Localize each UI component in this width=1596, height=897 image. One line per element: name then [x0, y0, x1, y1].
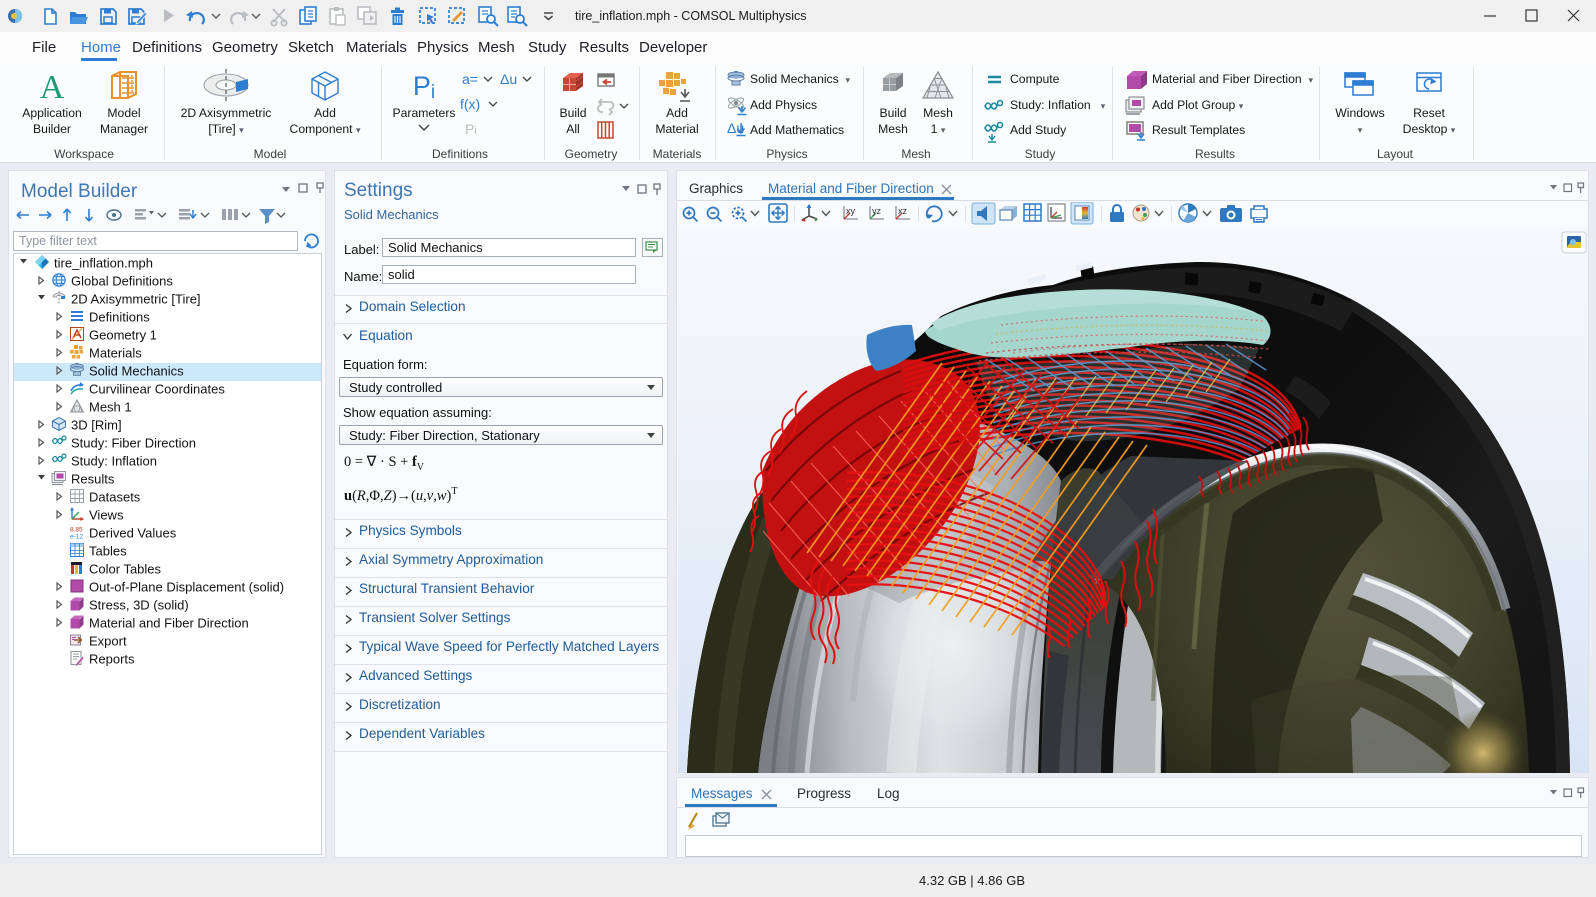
svg-text:Study: Fiber Direction: Study: Fiber Direction [71, 436, 196, 451]
svg-text:Curvilinear Coordinates: Curvilinear Coordinates [89, 382, 225, 397]
svg-text:Color Tables: Color Tables [89, 562, 162, 577]
svg-text:3D [Rim]: 3D [Rim] [71, 418, 122, 433]
svg-text:Type filter text: Type filter text [19, 234, 97, 248]
svg-text:xy: xy [846, 206, 856, 216]
svg-text:a=: a= [462, 71, 478, 87]
svg-text:Derived Values: Derived Values [89, 526, 177, 541]
svg-text:Stress, 3D (solid): Stress, 3D (solid) [89, 598, 189, 613]
svg-text:Datasets: Datasets [89, 490, 141, 505]
svg-text:tire_inflation.mph: tire_inflation.mph [54, 256, 153, 271]
svg-text:Views: Views [89, 508, 124, 523]
svg-text:xz: xz [898, 206, 908, 216]
svg-text:Pi: Pi [413, 71, 435, 103]
svg-text:Results: Results [71, 472, 115, 487]
svg-text:Materials: Materials [89, 346, 142, 361]
svg-text:Solid Mechanics: Solid Mechanics [89, 364, 184, 379]
svg-text:Export: Export [89, 634, 127, 649]
svg-text:2D Axisymmetric [Tire]: 2D Axisymmetric [Tire] [71, 292, 201, 307]
svg-text:yz: yz [872, 206, 882, 216]
svg-text:Δu: Δu [500, 71, 517, 87]
svg-text:Global Definitions: Global Definitions [71, 274, 173, 289]
svg-text:Out-of-Plane Displacement (sol: Out-of-Plane Displacement (solid) [89, 580, 284, 595]
svg-text:Pi: Pi [465, 121, 477, 137]
svg-text:Reports: Reports [89, 652, 135, 667]
svg-text:Model Builder: Model Builder [21, 181, 138, 202]
svg-text:A: A [40, 69, 65, 106]
svg-text:Mesh 1: Mesh 1 [89, 400, 132, 415]
svg-text:Tables: Tables [89, 544, 127, 559]
svg-text:Definitions: Definitions [89, 310, 150, 325]
svg-text:Study: Inflation: Study: Inflation [71, 454, 157, 469]
svg-text:Material and Fiber Direction: Material and Fiber Direction [89, 616, 249, 631]
svg-text:Geometry 1: Geometry 1 [89, 328, 157, 343]
